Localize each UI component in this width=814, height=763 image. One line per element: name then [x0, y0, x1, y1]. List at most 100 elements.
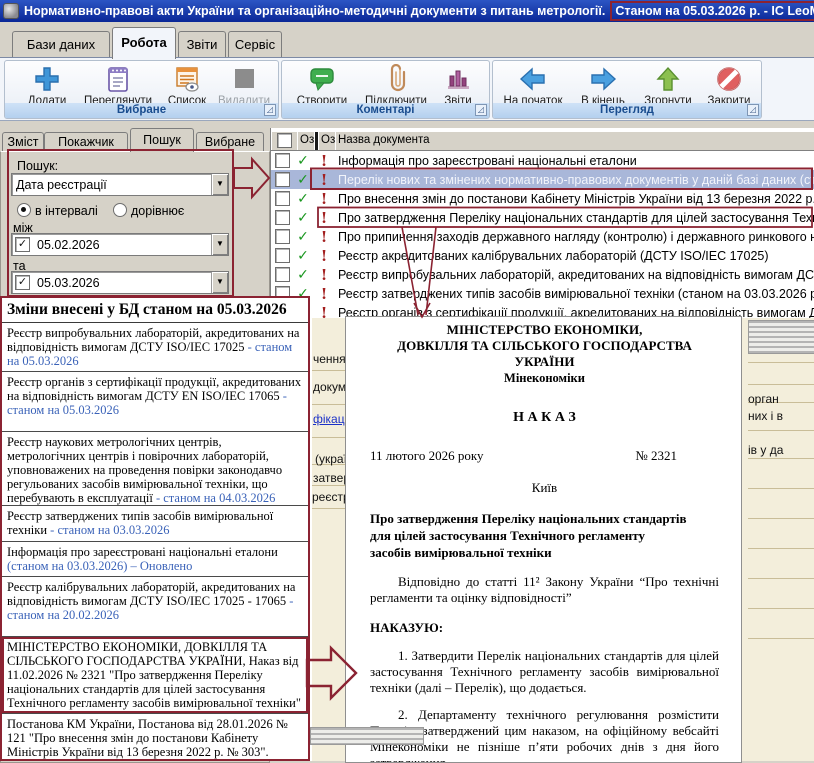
table-row-selected[interactable]: ✓!Перелік нових та змінених нормативно-п… [271, 170, 814, 189]
side-tab-pokazhchyk[interactable]: Покажчик [44, 132, 128, 152]
exclamation-icon: ! [313, 171, 335, 189]
checkbox-icon[interactable] [277, 133, 292, 148]
search-label: Пошук: [17, 159, 58, 173]
tab-bazy-danykh[interactable]: Бази даних [12, 31, 110, 57]
side-tab-poshuk[interactable]: Пошук [130, 128, 194, 152]
ribbon-group-view: На початок В кінець Згорнути Закрити Пер… [492, 60, 762, 119]
table-row[interactable]: ✓!Інформація про зареєстровані національ… [271, 151, 814, 170]
side-tab-vybrane[interactable]: Вибране [196, 132, 264, 152]
view-button[interactable]: Переглянути [79, 64, 157, 107]
list-item[interactable]: Реєстр наукових метрологічних центрів, м… [2, 432, 308, 506]
checkmark-icon: ✓ [293, 228, 313, 246]
close-button[interactable]: Закрити [701, 64, 757, 107]
list-item[interactable]: Реєстр затверджених типів засобів вимірю… [2, 506, 308, 542]
list-button[interactable]: Список [161, 64, 213, 107]
checkbox-icon[interactable] [275, 153, 290, 168]
add-button[interactable]: Додати [17, 64, 77, 107]
checkbox-icon[interactable] [275, 267, 290, 282]
go-start-button[interactable]: На початок [497, 64, 569, 107]
dialog-launcher-icon[interactable]: ◿ [475, 104, 487, 116]
doc-kind: Н А К А З [370, 410, 719, 426]
dialog-launcher-icon[interactable]: ◿ [747, 104, 759, 116]
list-eye-icon [172, 64, 202, 94]
tab-servis[interactable]: Сервіс [228, 31, 282, 57]
arrow-right-icon [588, 64, 618, 94]
doc-city: Київ [370, 480, 719, 496]
side-tab-zmist[interactable]: Зміст [2, 132, 44, 152]
checkbox-checked-icon[interactable]: ✓ [15, 275, 30, 290]
radio-dot-icon [17, 203, 31, 217]
header-doc-name[interactable]: Назва документа [335, 131, 814, 151]
ribbon-group-label-view: Перегляд ◿ [493, 103, 761, 118]
menu-tab-row: Бази даних Робота Звіти Сервіс [0, 22, 814, 57]
table-row[interactable]: ✓!Про припинення заходів державного нагл… [271, 227, 814, 246]
form-fragment-link[interactable]: фікаці [313, 412, 347, 426]
close-icon [714, 64, 744, 94]
dialog-launcher-icon[interactable]: ◿ [264, 104, 276, 116]
checkbox-icon[interactable] [275, 172, 290, 187]
chevron-down-icon[interactable]: ▼ [211, 174, 228, 195]
add-plus-icon [32, 64, 62, 94]
checkmark-icon: ✓ [293, 247, 313, 265]
create-comment-button[interactable]: Створити [290, 64, 354, 107]
checkmark-icon: ✓ [293, 152, 313, 170]
ribbon-group-comments: Створити Підключити Звіти Коментарі ◿ [281, 60, 490, 119]
doc-org-line2: ДОВКІЛЛЯ ТА СІЛЬСЬКОГО ГОСПОДАРСТВА УКРА… [370, 338, 719, 370]
table-row[interactable]: ✓!Реєстр випробувальних лабораторій, акр… [271, 265, 814, 284]
list-item[interactable]: Реєстр калібрувальних лабораторій, акред… [2, 577, 308, 637]
date-from-field[interactable]: ✓ 05.02.2026 ▼ [11, 233, 229, 256]
table-row[interactable]: ✓!Про внесення змін до постанови Кабінет… [271, 189, 814, 208]
delete-button[interactable]: Видалити [215, 64, 273, 107]
list-item-highlighted[interactable]: МІНІСТЕРСТВО ЕКОНОМІКИ, ДОВКІЛЛЯ ТА СІЛЬ… [2, 637, 308, 714]
doc-order-word: НАКАЗУЮ: [370, 620, 719, 636]
comment-icon [307, 64, 337, 94]
search-field-select[interactable]: Дата реєстрації ▼ [11, 173, 229, 196]
chevron-down-icon[interactable]: ▼ [211, 234, 228, 255]
chevron-down-icon[interactable]: ▼ [211, 272, 228, 293]
form-fragment: них і в [748, 409, 783, 423]
tab-zvity[interactable]: Звіти [178, 31, 226, 57]
ribbon-toolbar: Додати Переглянути Список Видалити Вибра… [0, 57, 814, 121]
exclamation-icon: ! [313, 209, 335, 227]
doc-subject: Про затвердження Переліку національних с… [370, 510, 719, 561]
table-row[interactable]: ✓!Реєстр затверджених типів засобів вимі… [271, 284, 814, 303]
changes-title: Зміни внесені у БД станом на 05.03.2026 [2, 298, 308, 323]
exclamation-icon: ! [313, 190, 335, 208]
checkbox-icon[interactable] [275, 210, 290, 225]
list-item[interactable]: Інформація про зареєстровані національні… [2, 542, 308, 577]
checkbox-icon[interactable] [275, 191, 290, 206]
header-select-column[interactable] [271, 131, 300, 151]
attach-comment-button[interactable]: Підключити [360, 64, 432, 107]
table-row[interactable]: ✓!Реєстр акредитованих калібрувальних ла… [271, 246, 814, 265]
list-item[interactable]: Постанова КМ України, Постанова від 28.0… [2, 714, 308, 760]
table-row[interactable]: ✓!Про затвердження Переліку національних… [271, 208, 814, 227]
list-item[interactable]: Реєстр випробувальних лабораторій, акред… [2, 323, 308, 372]
date-to-field[interactable]: ✓ 05.03.2026 ▼ [11, 271, 229, 294]
arrow-up-icon [653, 64, 683, 94]
form-fragment: чення [313, 352, 346, 366]
list-item[interactable]: Реєстр органів з сертифікації продукції,… [2, 372, 308, 432]
reports-button[interactable]: Звіти [434, 64, 482, 107]
radio-circle-icon [113, 203, 127, 217]
radio-interval[interactable]: в інтервалі [17, 203, 98, 218]
tab-robota[interactable]: Робота [112, 27, 176, 59]
title-bar: Нормативно-правові акти України та орган… [0, 0, 814, 22]
doc-date: 11 лютого 2026 року [370, 448, 483, 464]
form-fragment: (украї [315, 452, 347, 466]
ribbon-group-label-comments: Коментарі ◿ [282, 103, 489, 118]
window-title: Нормативно-правові акти України та орган… [24, 0, 605, 22]
radio-equals[interactable]: дорівнює [113, 203, 184, 218]
checkbox-checked-icon[interactable]: ✓ [15, 237, 30, 252]
exclamation-icon: ! [313, 228, 335, 246]
exclamation-icon: ! [313, 152, 335, 170]
form-fragment: ів у да [748, 443, 783, 457]
checkmark-icon: ✓ [293, 209, 313, 227]
collapse-button[interactable]: Згорнути [637, 64, 699, 107]
checkbox-icon[interactable] [275, 248, 290, 263]
checkbox-icon[interactable] [275, 229, 290, 244]
doc-paragraph-1: 1. Затвердити Перелік національних станд… [370, 648, 719, 696]
paperclip-icon [381, 64, 411, 94]
checkmark-icon: ✓ [293, 190, 313, 208]
go-end-button[interactable]: В кінець [573, 64, 633, 107]
doc-org-line1: МІНІСТЕРСТВО ЕКОНОМІКИ, [370, 322, 719, 338]
